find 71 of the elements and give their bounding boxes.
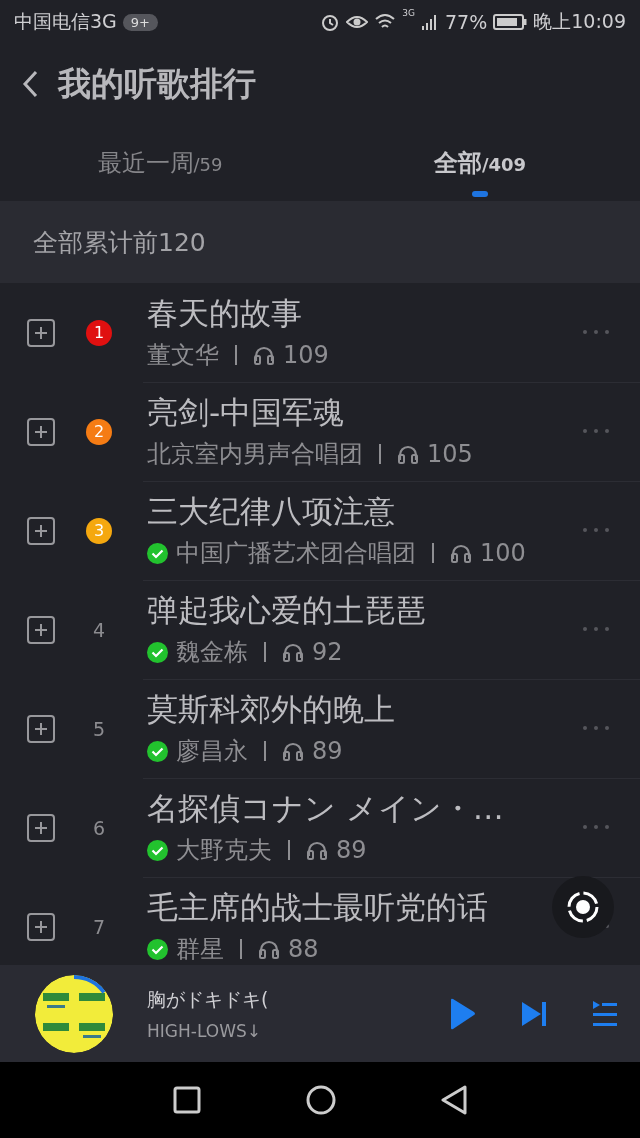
battery-percent: 77% — [445, 11, 488, 33]
song-title[interactable]: 春天的故事 — [147, 293, 302, 335]
rank-badge: 1 — [86, 319, 112, 346]
headphones-icon — [397, 444, 419, 464]
song-row[interactable]: 名探偵コナン メイン・… 大野克夫 89 — [143, 777, 640, 878]
alarm-icon — [320, 12, 341, 32]
play-count: 89 — [336, 836, 367, 864]
tab[interactable]: 全部/409 — [320, 124, 640, 201]
play-count: 109 — [283, 341, 329, 369]
song-title[interactable]: 毛主席的战士最听党的话 — [147, 887, 488, 929]
play-count: 100 — [480, 539, 526, 567]
notification-count: 9+ — [122, 13, 158, 31]
song-row[interactable]: 三大纪律八项注意 中国广播艺术团合唱团 100 — [143, 480, 640, 581]
headphones-icon — [258, 939, 280, 959]
play-count: 105 — [427, 440, 473, 468]
tab[interactable]: 最近一周/59 — [0, 124, 320, 201]
headphones-icon — [450, 543, 472, 563]
song-title[interactable]: 亮剑-中国军魂 — [147, 392, 345, 434]
artist-name: 廖昌永 — [176, 736, 248, 767]
rank-badge: 3 — [86, 517, 112, 544]
section-title: 全部累计前120 — [0, 201, 640, 283]
rank-number: 4 — [92, 618, 106, 641]
home-icon[interactable] — [306, 1085, 336, 1115]
back-icon[interactable] — [22, 70, 38, 98]
headphones-icon — [253, 345, 275, 365]
play-icon[interactable] — [448, 997, 476, 1030]
signal-icon — [421, 13, 439, 31]
battery-icon — [493, 13, 528, 31]
rank-badge: 2 — [86, 418, 112, 445]
artist-name: 魏金栋 — [176, 637, 248, 668]
rank-number: 6 — [92, 816, 106, 839]
play-count: 89 — [312, 737, 343, 765]
play-count: 88 — [288, 935, 319, 963]
back-icon[interactable] — [441, 1085, 468, 1115]
target-icon — [566, 890, 600, 924]
add-icon[interactable] — [27, 417, 55, 446]
song-title[interactable]: 莫斯科郊外的晚上 — [147, 689, 395, 731]
rank-number: 5 — [92, 717, 106, 740]
artist-name: 大野克夫 — [176, 835, 272, 866]
playlist-icon[interactable] — [592, 999, 618, 1028]
carrier-name: 中国电信3G — [14, 9, 117, 34]
song-title[interactable]: 三大纪律八项注意 — [147, 491, 395, 533]
artist-name: 董文华 — [147, 340, 219, 371]
artist-name: 群星 — [176, 934, 224, 965]
song-title[interactable]: 弹起我心爱的土琵琶 — [147, 590, 426, 632]
play-count: 92 — [312, 638, 343, 666]
artist-name: 中国广播艺术团合唱团 — [176, 538, 416, 569]
artist-name: 北京室内男声合唱团 — [147, 439, 363, 470]
song-title[interactable]: 名探偵コナン メイン・… — [147, 788, 504, 830]
add-icon[interactable] — [27, 714, 55, 743]
headphones-icon — [282, 642, 304, 662]
rank-number: 7 — [92, 915, 106, 938]
eye-icon — [346, 13, 369, 31]
next-icon[interactable] — [520, 999, 548, 1028]
song-row[interactable]: 亮剑-中国军魂 北京室内男声合唱团 105 — [143, 381, 640, 482]
recents-icon[interactable] — [172, 1086, 201, 1114]
now-playing-artist: HIGH-LOWS↓ — [147, 1020, 262, 1041]
add-icon[interactable] — [27, 813, 55, 842]
song-row[interactable]: 莫斯科郊外的晚上 廖昌永 89 — [143, 678, 640, 779]
network-type: 3G — [402, 8, 415, 18]
add-icon[interactable] — [27, 912, 55, 941]
add-icon[interactable] — [27, 318, 55, 347]
clock-time: 晚上10:09 — [533, 9, 626, 34]
song-row[interactable]: 弹起我心爱的土琵琶 魏金栋 92 — [143, 579, 640, 680]
add-icon[interactable] — [27, 516, 55, 545]
add-icon[interactable] — [27, 615, 55, 644]
page-title: 我的听歌排行 — [58, 62, 256, 105]
song-row[interactable]: 春天的故事 董文华 109 — [143, 283, 640, 383]
headphones-icon — [282, 741, 304, 761]
headphones-icon — [306, 840, 328, 860]
now-playing-title: 胸がドキドキ( — [147, 986, 270, 1012]
